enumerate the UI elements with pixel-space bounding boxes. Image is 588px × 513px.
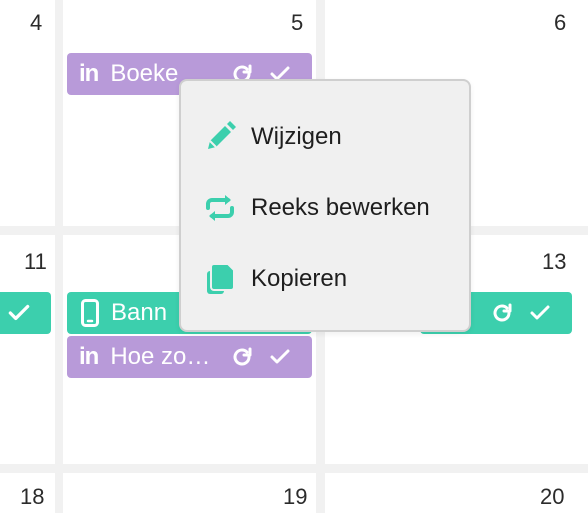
event-continued[interactable]	[0, 292, 51, 334]
menu-item-edit[interactable]: Wijzigen	[181, 107, 469, 167]
menu-item-label: Kopieren	[251, 265, 348, 292]
check-icon	[6, 300, 32, 326]
day-number: 6	[554, 10, 567, 35]
linkedin-icon: in	[79, 343, 99, 370]
day-number: 4	[30, 10, 43, 35]
repeat-icon	[230, 345, 254, 369]
pencil-icon	[203, 120, 237, 154]
day-cell-19[interactable]	[63, 473, 316, 513]
day-cell-4[interactable]	[0, 0, 55, 226]
menu-item-label: Reeks bewerken	[251, 194, 430, 221]
menu-item-copy[interactable]: Kopieren	[181, 249, 469, 309]
repeat-icon	[490, 301, 514, 325]
event-linkedin-hoe-zo[interactable]: in Hoe zo…	[67, 336, 312, 378]
menu-item-edit-series[interactable]: Reeks bewerken	[181, 178, 469, 238]
linkedin-icon: in	[79, 60, 99, 87]
day-number: 5	[291, 10, 304, 35]
repeat-icon	[203, 191, 237, 225]
day-number: 20	[540, 484, 565, 509]
phone-icon	[81, 299, 99, 327]
event-title: Hoe zo…	[110, 343, 211, 370]
day-number: 19	[283, 484, 308, 509]
copy-icon	[203, 262, 237, 296]
day-number: 11	[24, 249, 47, 274]
menu-item-label: Wijzigen	[251, 123, 342, 150]
day-number: 18	[20, 484, 45, 509]
check-icon	[528, 301, 552, 325]
context-menu: Wijzigen Reeks bewerken Kopieren	[179, 79, 471, 332]
check-icon	[268, 345, 292, 369]
event-title: Bann	[111, 299, 168, 326]
day-number: 13	[542, 249, 567, 274]
event-title: Boeke	[110, 60, 179, 87]
